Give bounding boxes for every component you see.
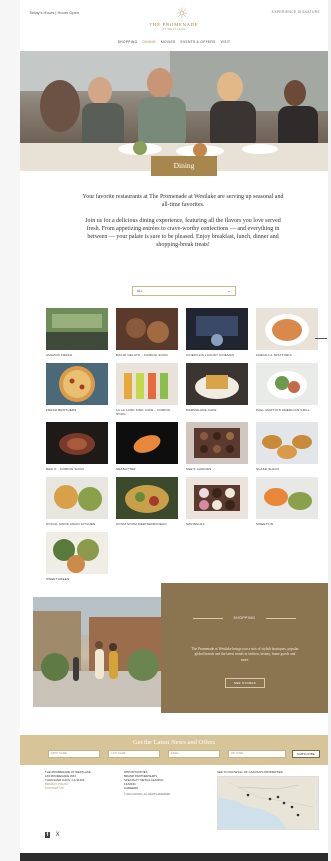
restaurant-photo[interactable] bbox=[46, 532, 108, 574]
restaurant-photo[interactable] bbox=[46, 477, 108, 519]
restaurant-name[interactable]: BACIO GELATO - COMING SOON bbox=[116, 353, 178, 357]
email-field[interactable]: EMAIL bbox=[168, 750, 220, 758]
nav-dining[interactable]: DINING bbox=[143, 40, 156, 44]
restaurant-photo[interactable] bbox=[256, 477, 318, 519]
restaurant-name[interactable]: LA LA LAND KIND CAFE - COMING SOON bbox=[116, 408, 178, 416]
restaurant-photo[interactable] bbox=[256, 363, 318, 405]
restaurant-photo[interactable] bbox=[116, 308, 178, 350]
restaurant-name[interactable]: SWEETGREEN bbox=[46, 577, 108, 581]
restaurant-name[interactable]: SOOM SOOM MEDITERRANEAN bbox=[116, 522, 178, 526]
shopping-panel: SHOPPING The Promenade at Westlake bring… bbox=[161, 583, 328, 713]
footer-links: OPPORTUNITIES BRAND PARTNERSHIPS SPECIAL… bbox=[124, 770, 170, 797]
shopping-title: SHOPPING bbox=[233, 616, 256, 620]
intro-text: Your favorite restaurants at The Promena… bbox=[82, 193, 284, 249]
map-title[interactable]: SEE TO KNOW ALL OF CARUSO'S PROPERTIES bbox=[217, 770, 283, 774]
restaurant-photo[interactable] bbox=[186, 363, 248, 405]
restaurant-name[interactable]: MARMALADE CAFE bbox=[186, 408, 248, 412]
copyright: © 2024 CARUSO | ALL RIGHTS RESERVED bbox=[124, 794, 171, 796]
restaurant-card[interactable]: FRESH BROTHERS bbox=[46, 363, 108, 416]
restaurant-photo[interactable] bbox=[256, 422, 318, 464]
restaurant-name[interactable]: FARFALLA TRATTORIA bbox=[256, 353, 318, 357]
nav-visit[interactable]: VISIT bbox=[221, 40, 231, 44]
x-twitter-icon[interactable]: X bbox=[56, 832, 60, 838]
logo-subtitle: AT WESTLAKE bbox=[162, 28, 186, 31]
bottom-bar bbox=[20, 853, 328, 861]
see-stores-button[interactable]: SEE STORES bbox=[225, 678, 265, 688]
restaurant-photo[interactable] bbox=[46, 308, 108, 350]
category-select[interactable]: ALL ⌄ bbox=[132, 286, 236, 296]
chevron-down-icon: ⌄ bbox=[226, 288, 231, 294]
restaurant-card[interactable]: SEABUTTER bbox=[116, 422, 178, 471]
restaurant-card[interactable]: PAUL MARTIN'S AMERICAN GRILL bbox=[256, 363, 318, 416]
restaurant-card[interactable]: LA LA LAND KIND CAFE - COMING SOON bbox=[116, 363, 178, 416]
nav-movies[interactable]: MOVIES bbox=[161, 40, 176, 44]
page: Today's Hours | Hours Open EXPERIENCE SI… bbox=[20, 0, 328, 861]
restaurant-card[interactable]: SHAKE SHACK bbox=[256, 422, 318, 471]
restaurant-photo[interactable] bbox=[116, 422, 178, 464]
scroll-indicator-line bbox=[315, 338, 327, 339]
restaurant-card[interactable]: SEE'S CANDIES bbox=[186, 422, 248, 471]
restaurant-photo[interactable] bbox=[116, 477, 178, 519]
restaurant-name[interactable]: SPRINKLES bbox=[186, 522, 248, 526]
select-value: ALL bbox=[137, 289, 143, 293]
restaurant-card[interactable]: SPRINKLES bbox=[186, 477, 248, 526]
facebook-icon[interactable]: f bbox=[45, 832, 50, 838]
properties-map[interactable] bbox=[217, 776, 319, 830]
restaurant-photo[interactable] bbox=[46, 422, 108, 464]
first-name-field[interactable]: FIRST NAME bbox=[48, 750, 100, 758]
left-gutter bbox=[0, 0, 20, 861]
restaurant-card[interactable]: BACIO GELATO - COMING SOON bbox=[116, 308, 178, 357]
logo-name[interactable]: THE PROMENADE bbox=[20, 22, 328, 27]
restaurant-card[interactable]: RED O - COMING SOON bbox=[46, 422, 108, 471]
restaurant-photo[interactable] bbox=[256, 308, 318, 350]
restaurant-card[interactable]: SOCIAL MONK ASIAN KITCHEN bbox=[46, 477, 108, 526]
page-title: Dining bbox=[151, 156, 217, 176]
restaurant-name[interactable]: PAUL MARTIN'S AMERICAN GRILL bbox=[256, 408, 318, 412]
todays-hours-link[interactable]: Today's Hours | Hours Open bbox=[29, 10, 79, 15]
footer-link[interactable]: CAREERS bbox=[124, 786, 170, 790]
restaurant-card[interactable]: SOOM SOOM MEDITERRANEAN bbox=[116, 477, 178, 526]
sun-logo-icon[interactable] bbox=[176, 7, 188, 19]
subscribe-button[interactable]: SUBSCRIBE bbox=[292, 750, 320, 758]
restaurant-name[interactable]: SEE'S CANDIES bbox=[186, 467, 248, 471]
restaurant-name[interactable]: SOCIAL MONK ASIAN KITCHEN bbox=[46, 522, 108, 526]
restaurant-name[interactable]: SHAKE SHACK bbox=[256, 467, 318, 471]
restaurant-name[interactable]: SEABUTTER bbox=[116, 467, 178, 471]
zip-field[interactable]: ZIP CODE bbox=[228, 750, 286, 758]
intro-paragraph: Your favorite restaurants at The Promena… bbox=[82, 194, 284, 208]
intro-paragraph: Join us for a delicious dining experienc… bbox=[85, 218, 281, 248]
restaurant-card[interactable]: MARMALADE CAFE bbox=[186, 363, 248, 416]
signature-link[interactable]: EXPERIENCE SIGNATURE bbox=[272, 10, 320, 14]
restaurant-name[interactable]: RED O - COMING SOON bbox=[46, 467, 108, 471]
restaurant-photo[interactable] bbox=[186, 477, 248, 519]
restaurant-photo[interactable] bbox=[186, 422, 248, 464]
restaurant-photo[interactable] bbox=[116, 363, 178, 405]
footer-address: THE PROMENADE AT WESTLAKE 160 PROMENADE … bbox=[45, 770, 91, 790]
restaurant-photo[interactable] bbox=[46, 363, 108, 405]
restaurant-name[interactable]: FRESH BROTHERS bbox=[46, 408, 108, 412]
shopping-photo bbox=[33, 597, 161, 707]
hero-image bbox=[20, 51, 328, 171]
restaurant-name[interactable]: AMAZON FRESH bbox=[46, 353, 108, 357]
shopping-text: The Promenade at Westlake brings you a m… bbox=[191, 647, 299, 662]
social-links: f X bbox=[45, 832, 60, 838]
restaurant-card[interactable]: CINEPOLIS LUXURY CINEMAS bbox=[186, 308, 248, 357]
restaurant-name[interactable]: CINEPOLIS LUXURY CINEMAS bbox=[186, 353, 248, 357]
newsletter-title: Get the Latest News and Offers bbox=[132, 739, 215, 746]
divider bbox=[266, 618, 296, 619]
nav-events-offers[interactable]: EVENTS & OFFERS bbox=[180, 40, 215, 44]
newsletter-bar: Get the Latest News and Offers FIRST NAM… bbox=[20, 735, 328, 765]
restaurant-name[interactable]: SWEETFIN bbox=[256, 522, 318, 526]
last-name-field[interactable]: LAST NAME bbox=[108, 750, 160, 758]
restaurant-photo[interactable] bbox=[186, 308, 248, 350]
restaurant-grid: AMAZON FRESH BACIO GELATO - COMING SOON CI… bbox=[46, 308, 322, 581]
restaurant-card[interactable]: FARFALLA TRATTORIA bbox=[256, 308, 318, 357]
restaurant-card[interactable]: SWEETFIN bbox=[256, 477, 318, 526]
restaurant-card[interactable]: AMAZON FRESH bbox=[46, 308, 108, 357]
main-nav: SHOPPING DINING MOVIES EVENTS & OFFERS V… bbox=[20, 40, 328, 44]
contact-link[interactable]: CONTACT US bbox=[45, 786, 91, 790]
restaurant-card[interactable]: SWEETGREEN bbox=[46, 532, 108, 581]
nav-shopping[interactable]: SHOPPING bbox=[118, 40, 138, 44]
